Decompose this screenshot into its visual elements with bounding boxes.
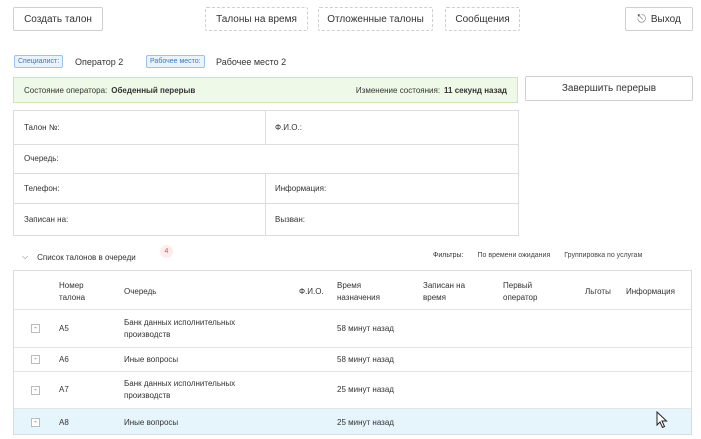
filter-wait-time[interactable]: По времени ожидания	[478, 252, 551, 259]
header-line: Номер	[59, 281, 84, 290]
queue-line: Банк данных исполнительных	[124, 318, 236, 327]
assigned-time: 58 минут назад	[337, 324, 394, 333]
assigned-time: 58 минут назад	[337, 355, 394, 364]
divider	[14, 144, 518, 145]
header-line: талона	[59, 293, 86, 302]
header-line: оператор	[503, 293, 538, 302]
header-line: назначения	[337, 293, 380, 302]
queue-line: Банк данных исполнительных	[124, 379, 236, 388]
ticket-no-label: Талон №:	[24, 123, 60, 132]
mouse-cursor-icon	[656, 411, 668, 429]
called-label: Вызван:	[275, 215, 306, 224]
operator-status-bar: Состояние оператора: Обеденный перерыв И…	[13, 77, 518, 103]
specialist-value: Оператор 2	[75, 56, 124, 67]
ticket-number: А8	[59, 418, 69, 427]
assigned-time: 25 минут назад	[337, 385, 394, 394]
ticket-number: А6	[59, 355, 69, 364]
expand-icon[interactable]: -	[31, 418, 40, 427]
timed-tickets-button[interactable]: Талоны на время	[205, 7, 308, 31]
recorded-to-label: Записан на:	[24, 215, 69, 224]
queue-list-toggle[interactable]: ⌵ Список талонов в очереди	[22, 250, 136, 264]
header-line: Первый	[503, 281, 533, 290]
filters: Фильтры: По времени ожидания Группировка…	[433, 252, 656, 259]
expand-icon[interactable]: -	[31, 386, 40, 395]
postponed-tickets-button[interactable]: Отложенные талоны	[318, 7, 433, 31]
header-line: Время	[337, 281, 362, 290]
table-row[interactable]: - А7 Банк данных исполнительных производ…	[14, 371, 691, 408]
table-row[interactable]: - А5 Банк данных исполнительных производ…	[14, 309, 691, 347]
queue-name: Иные вопросы	[124, 418, 179, 427]
column-header-ticket[interactable]: Номер талона	[59, 280, 85, 304]
ticket-number: А5	[59, 324, 69, 333]
table-row[interactable]: - А8 Иные вопросы 25 минут назад	[14, 408, 691, 434]
phone-label: Телефон:	[24, 183, 60, 193]
queue-list-title: Список талонов в очереди	[37, 252, 136, 262]
specialist-tag: Специалист:	[14, 55, 64, 68]
queue-name: Иные вопросы	[124, 355, 179, 364]
expand-icon[interactable]: -	[31, 355, 40, 364]
ticket-info-panel: Талон №: Ф.И.О.: Очередь: Телефон: Инфор…	[13, 110, 519, 236]
state-change: Изменение состояния: 11 секунд назад	[356, 86, 507, 95]
assigned-time: 25 минут назад	[337, 418, 394, 427]
column-header-benefits[interactable]: Льготы	[585, 286, 611, 298]
queue-label: Очередь:	[24, 154, 59, 163]
filter-group-service[interactable]: Группировка по услугам	[564, 252, 642, 259]
header-line: Записан на	[423, 281, 466, 290]
workplace-value: Рабочее место 2	[216, 56, 287, 67]
column-header-queue[interactable]: Очередь	[124, 286, 156, 298]
column-header-information[interactable]: Информация	[626, 286, 675, 298]
chevron-down-icon: ⌵	[22, 252, 29, 261]
state-value: Обеденный перерыв	[111, 85, 196, 95]
queue-table: Номер талона Очередь Ф.И.О. Время назнач…	[13, 270, 692, 435]
ticket-number: А7	[59, 385, 69, 394]
filters-label: Фильтры:	[433, 252, 464, 259]
table-row[interactable]: - А6 Иные вопросы 58 минут назад	[14, 347, 691, 371]
column-header-recorded[interactable]: Записан на время	[423, 280, 465, 304]
information-label: Информация:	[275, 183, 327, 193]
header-line: время	[423, 293, 446, 302]
queue-line: производств	[124, 391, 171, 400]
column-header-time[interactable]: Время назначения	[337, 280, 380, 304]
queue-name: Банк данных исполнительных производств	[124, 317, 235, 341]
create-ticket-button[interactable]: Создать талон	[13, 7, 103, 31]
queue-line: производств	[124, 330, 171, 339]
expand-icon[interactable]: -	[31, 324, 40, 333]
change-label: Изменение состояния:	[355, 85, 441, 95]
workplace-tag: Рабочее место:	[146, 55, 205, 68]
change-value: 11 секунд назад	[444, 85, 507, 95]
end-break-button[interactable]: Завершить перерыв	[525, 76, 693, 101]
fio-label: Ф.И.О.:	[275, 123, 302, 132]
queue-count-badge: 4	[160, 245, 173, 258]
messages-button[interactable]: Сообщения	[445, 7, 520, 31]
exit-label: Выход	[650, 13, 681, 25]
queue-name: Банк данных исполнительных производств	[124, 378, 235, 402]
column-header-first-operator[interactable]: Первый оператор	[503, 280, 537, 304]
exit-button[interactable]: ⎋ Выход	[625, 7, 693, 31]
column-header-fio[interactable]: Ф.И.О.	[299, 286, 324, 298]
state-label: Состояние оператора:	[24, 85, 108, 95]
logout-icon: ⎋	[637, 12, 646, 25]
